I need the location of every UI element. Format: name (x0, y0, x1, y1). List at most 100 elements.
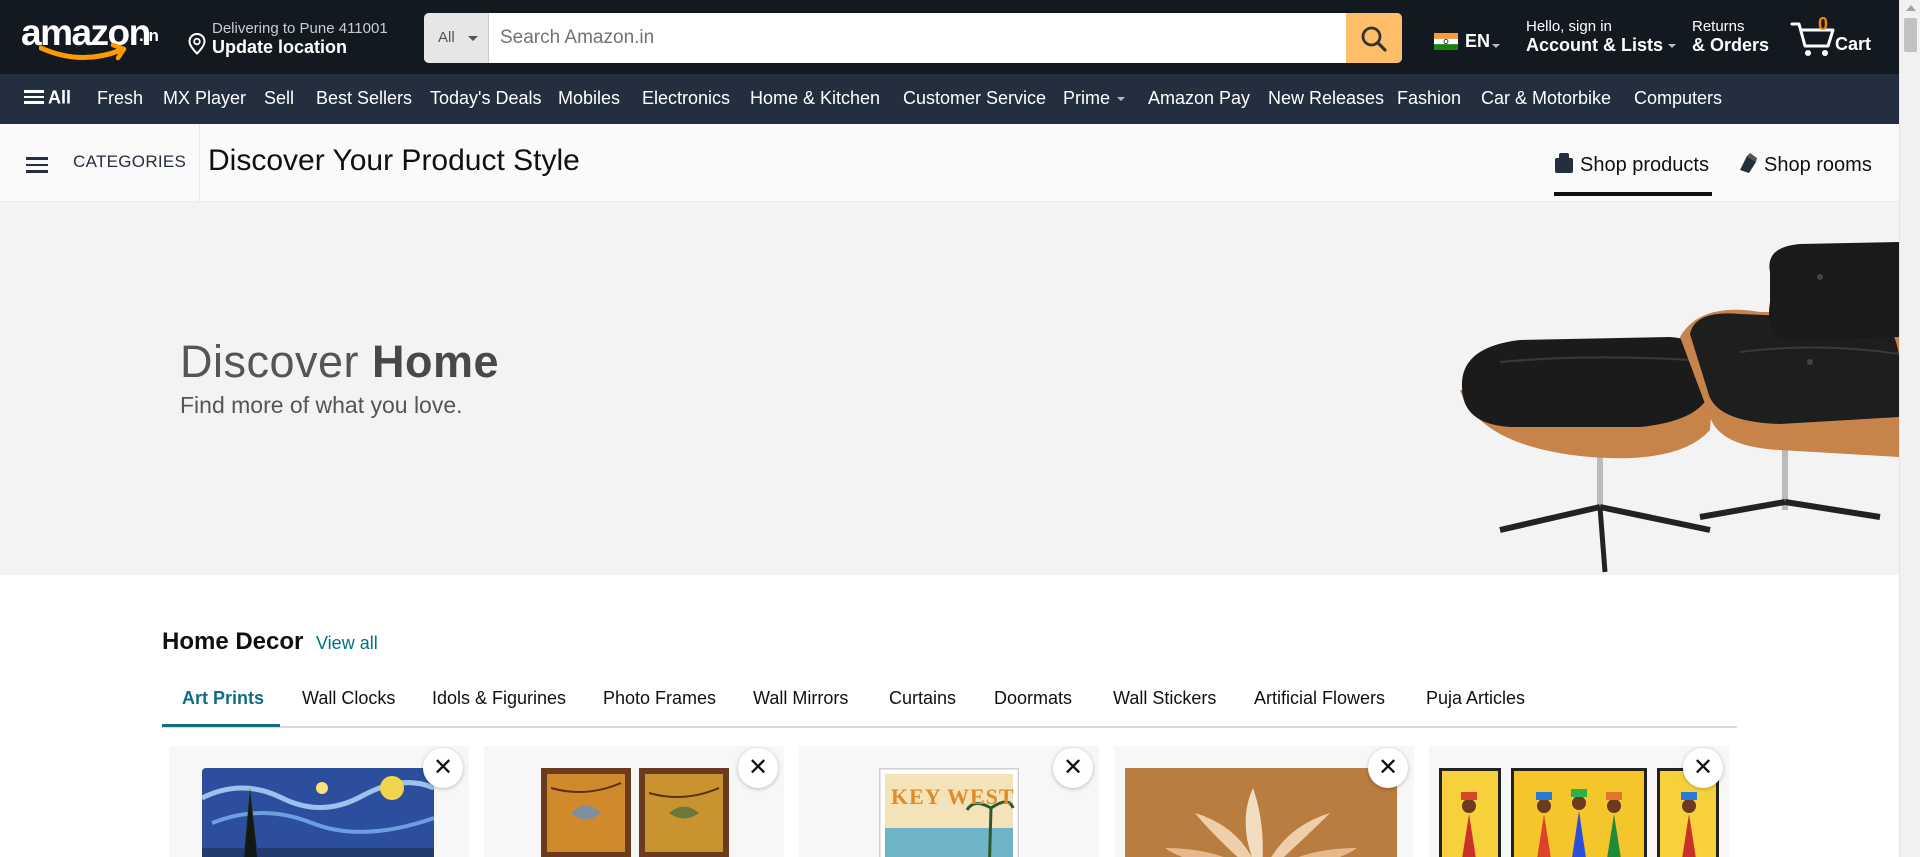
nav-link-car-motorbike[interactable]: Car & Motorbike (1481, 88, 1611, 109)
nav-link-best-sellers[interactable]: Best Sellers (316, 88, 412, 109)
close-icon[interactable]: ✕ (1368, 748, 1408, 788)
nav-link-mobiles[interactable]: Mobiles (558, 88, 620, 109)
tab-shop-rooms-label: Shop rooms (1764, 154, 1872, 176)
nav-link-computers[interactable]: Computers (1634, 88, 1722, 109)
tab-art-prints[interactable]: Art Prints (182, 688, 264, 709)
nav-link-prime-label: Prime (1063, 88, 1111, 108)
close-icon[interactable]: ✕ (738, 748, 778, 788)
lounge-chair-image (1460, 242, 1899, 573)
page: amazon .in Delivering to Pune 411001 Upd… (0, 0, 1920, 857)
product-card[interactable]: ✕ (1114, 746, 1414, 857)
page-scrollbar[interactable] (1899, 0, 1920, 857)
product-card[interactable]: ✕ (169, 746, 469, 857)
hero-title-bold: Home (372, 336, 500, 387)
tab-shop-products-label: Shop products (1580, 154, 1709, 176)
delivery-location-label: Delivering to Pune 411001 (212, 20, 388, 37)
hero-title-light: Discover (180, 336, 373, 387)
active-tab-indicator (162, 724, 280, 727)
chevron-down-icon (1668, 44, 1677, 49)
all-menu-label: All (48, 87, 72, 108)
product-image (1125, 768, 1397, 857)
chevron-down-icon (468, 36, 478, 41)
browser-viewport: amazon .in Delivering to Pune 411001 Upd… (0, 0, 1899, 857)
nav-link-home-kitchen[interactable]: Home & Kitchen (750, 88, 880, 109)
nav-link-electronics[interactable]: Electronics (642, 88, 730, 109)
hamburger-icon (24, 87, 44, 107)
account-menu[interactable]: Hello, sign in Account & Lists (1526, 18, 1677, 56)
search-bar: All (424, 13, 1402, 63)
returns-orders-link[interactable]: Returns & Orders (1692, 18, 1769, 56)
tab-shop-products[interactable]: Shop products (1554, 152, 1709, 177)
section-title: Home Decor (162, 628, 304, 655)
cart-count-badge: 0 (1818, 14, 1829, 34)
cart-label: Cart (1835, 34, 1872, 54)
scroll-up-arrow-icon[interactable] (1906, 5, 1916, 11)
nav-link-amazon-pay[interactable]: Amazon Pay (1148, 88, 1250, 109)
search-button[interactable] (1346, 13, 1402, 63)
returns-label: Returns (1692, 18, 1745, 35)
tab-wall-stickers[interactable]: Wall Stickers (1113, 688, 1216, 709)
account-lists-label: Account & Lists (1526, 35, 1677, 56)
search-icon (1361, 26, 1387, 52)
tab-photo-frames[interactable]: Photo Frames (603, 688, 716, 709)
nav-link-prime[interactable]: Prime (1063, 88, 1126, 109)
product-image-text: KEY WEST (891, 784, 1015, 809)
product-card[interactable]: KEY WEST ✕ (799, 746, 1099, 857)
nav-link-todays-deals[interactable]: Today's Deals (430, 88, 542, 109)
search-input[interactable] (490, 13, 1346, 63)
cart-icon (1790, 22, 1835, 56)
update-location-link: Update location (212, 37, 348, 57)
nav-link-new-releases[interactable]: New Releases (1268, 88, 1384, 109)
paint-brush-icon (1740, 153, 1757, 173)
shopping-bag-icon (1555, 153, 1573, 173)
tab-artificial-flowers[interactable]: Artificial Flowers (1254, 688, 1385, 709)
close-icon[interactable]: ✕ (423, 748, 463, 788)
product-card[interactable]: ✕ (1429, 746, 1729, 857)
chevron-down-icon (1492, 44, 1500, 48)
top-navbar: amazon .in Delivering to Pune 411001 Upd… (0, 0, 1899, 74)
tab-shop-rooms[interactable]: Shop rooms (1738, 152, 1872, 177)
hero-subtitle: Find more of what you love. (180, 392, 463, 418)
search-category-dropdown[interactable]: All (424, 13, 489, 63)
tab-doormats[interactable]: Doormats (994, 688, 1072, 709)
product-image (879, 768, 1019, 857)
logo-smile-icon (39, 42, 127, 61)
nav-link-sell[interactable]: Sell (264, 88, 294, 109)
chevron-down-icon (1117, 97, 1126, 102)
categories-menu-button[interactable]: CATEGORIES (0, 124, 200, 202)
account-lists-text: Account & Lists (1526, 35, 1664, 55)
india-flag-icon (1434, 33, 1458, 50)
orders-label: & Orders (1692, 35, 1770, 55)
scrollbar-thumb[interactable] (1904, 18, 1917, 52)
location-pin-icon (188, 33, 206, 55)
discover-subheader: CATEGORIES Discover Your Product Style S… (0, 124, 1899, 202)
product-image (1439, 768, 1719, 857)
tab-wall-clocks[interactable]: Wall Clocks (302, 688, 395, 709)
category-tabs: Art Prints Wall Clocks Idols & Figurines… (162, 672, 1737, 728)
all-menu-button[interactable]: All (24, 87, 71, 109)
amazon-logo[interactable]: amazon .in (21, 12, 169, 64)
nav-link-fresh[interactable]: Fresh (97, 88, 143, 109)
tab-curtains[interactable]: Curtains (889, 688, 956, 709)
view-all-link[interactable]: View all (316, 633, 378, 654)
logo-tld: .in (139, 26, 159, 45)
nav-link-customer-service[interactable]: Customer Service (903, 88, 1046, 109)
nav-link-fashion[interactable]: Fashion (1397, 88, 1461, 109)
nav-link-mx-player[interactable]: MX Player (163, 88, 246, 109)
hero-title: Discover Home (180, 336, 499, 388)
hero-banner: Discover Home Find more of what you love… (0, 202, 1899, 575)
product-carousel: ✕ ✕ KEY WEST ✕ ✕ ✕ (169, 746, 1729, 857)
tab-wall-mirrors[interactable]: Wall Mirrors (753, 688, 848, 709)
active-tab-indicator (1554, 192, 1712, 196)
hamburger-icon (26, 153, 48, 177)
page-title: Discover Your Product Style (208, 144, 580, 177)
account-greeting: Hello, sign in (1526, 18, 1612, 35)
tab-idols-figurines[interactable]: Idols & Figurines (432, 688, 566, 709)
product-card[interactable]: ✕ (484, 746, 784, 857)
categories-label: CATEGORIES (73, 152, 187, 171)
language-code: EN (1465, 31, 1491, 51)
close-icon[interactable]: ✕ (1053, 748, 1093, 788)
cart-button[interactable]: 0 Cart (1790, 14, 1880, 58)
tab-puja-articles[interactable]: Puja Articles (1426, 688, 1525, 709)
close-icon[interactable]: ✕ (1683, 748, 1723, 788)
